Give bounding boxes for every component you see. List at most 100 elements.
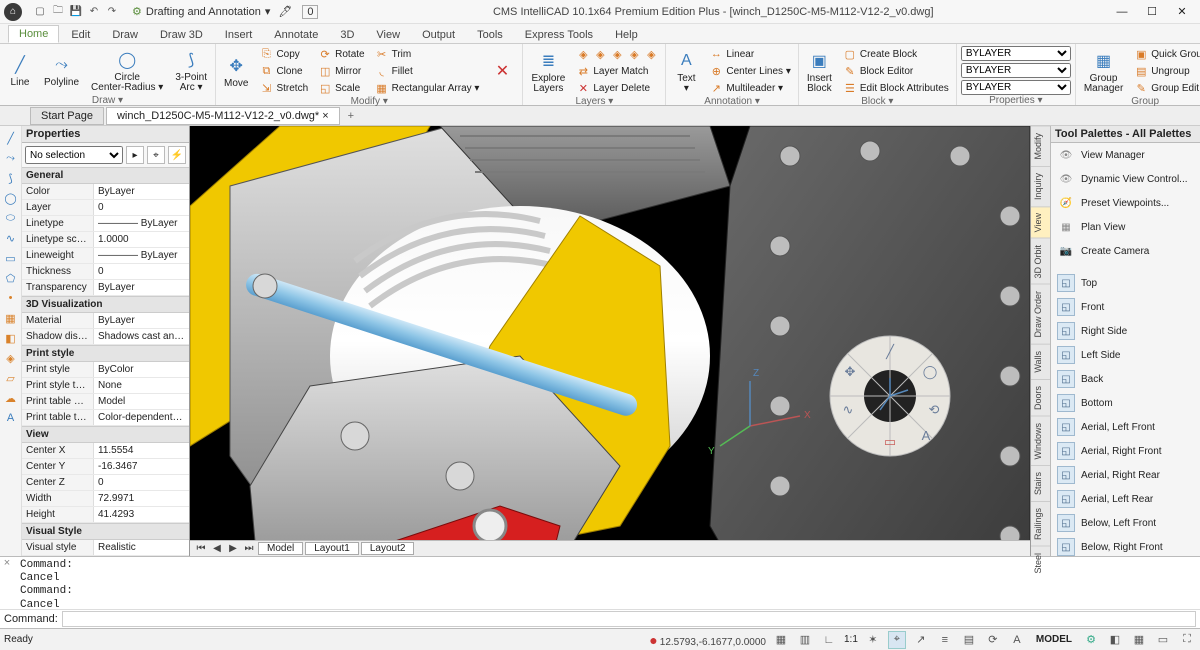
prop-category[interactable]: View — [22, 426, 189, 443]
ungroup-button[interactable]: ▤Ungroup — [1131, 63, 1200, 79]
palette-item[interactable]: 👁View Manager — [1051, 143, 1200, 167]
ribbon-tab-draw[interactable]: Draw — [102, 27, 148, 43]
layout-last-icon[interactable]: ⏭ — [242, 542, 256, 556]
settings-icon[interactable]: ⚙ — [1082, 631, 1100, 649]
doctab-startpage[interactable]: Start Page — [30, 107, 104, 125]
layout-next-icon[interactable]: ▶ — [226, 542, 240, 556]
palette-item[interactable]: 📷Create Camera — [1051, 239, 1200, 263]
doctab-add[interactable]: + — [342, 108, 360, 124]
doctab-active[interactable]: winch_D1250C-M5-M112-V12-2_v0.dwg* × — [106, 107, 340, 125]
iso-toggle[interactable]: ◧ — [1106, 631, 1124, 649]
ribbon-tab-express[interactable]: Express Tools — [515, 27, 603, 43]
prop-row[interactable]: MaterialByLayer — [22, 313, 189, 329]
close-button[interactable]: ✕ — [1168, 2, 1196, 22]
command-input[interactable] — [62, 611, 1196, 627]
prop-row[interactable]: Height41.4293 — [22, 507, 189, 523]
palette-view-item[interactable]: ◱Below, Left Front — [1051, 511, 1200, 535]
palette-cat-tab[interactable]: Walls — [1031, 344, 1050, 379]
palette-cat-tab[interactable]: View — [1031, 206, 1050, 238]
fullscreen-toggle[interactable]: ⛶ — [1178, 631, 1196, 649]
status-model[interactable]: MODEL — [1032, 634, 1076, 645]
snap-toggle[interactable]: ▦ — [772, 631, 790, 649]
tool-point-icon[interactable]: • — [3, 290, 19, 306]
prop-row[interactable]: Print style tableNone — [22, 378, 189, 394]
palette-view-item[interactable]: ◱Front — [1051, 295, 1200, 319]
palette-view-item[interactable]: ◱Aerial, Left Rear — [1051, 487, 1200, 511]
insert-block-button[interactable]: ▣Insert Block — [803, 47, 836, 96]
tool-wipeout-icon[interactable]: ▱ — [3, 370, 19, 386]
palette-cat-tab[interactable]: 3D Orbit — [1031, 238, 1050, 285]
multileader-button[interactable]: ↗Multileader ▾ — [706, 80, 794, 96]
osnap-toggle[interactable]: ⌖ — [888, 631, 906, 649]
prop-row[interactable]: Thickness0 — [22, 264, 189, 280]
prop-row[interactable]: Center Z0 — [22, 475, 189, 491]
tool-region-icon[interactable]: ◧ — [3, 330, 19, 346]
tool-ellipse-icon[interactable]: ⬭ — [3, 210, 19, 226]
tool-hatch-icon[interactable]: ▦ — [3, 310, 19, 326]
prop-row[interactable]: Visual styleRealistic — [22, 540, 189, 556]
palette-view-item[interactable]: ◱Aerial, Right Front — [1051, 439, 1200, 463]
clean-toggle[interactable]: ▭ — [1154, 631, 1172, 649]
palette-cat-tab[interactable]: Stairs — [1031, 465, 1050, 501]
palette-cat-tab[interactable]: Inquiry — [1031, 166, 1050, 206]
palette-cat-tab[interactable]: Draw Order — [1031, 284, 1050, 344]
palette-cat-tab[interactable]: Railings — [1031, 501, 1050, 546]
linetype-select[interactable]: BYLAYER — [961, 63, 1071, 78]
stretch-button[interactable]: ⇲Stretch — [256, 80, 311, 96]
palette-cat-tab[interactable]: Steel — [1031, 546, 1050, 580]
scale-button[interactable]: ◱Scale — [315, 80, 367, 96]
trim-button[interactable]: ✂Trim — [372, 46, 483, 62]
block-attrs-button[interactable]: ☰Edit Block Attributes — [840, 80, 952, 96]
prop-row[interactable]: Layer0 — [22, 200, 189, 216]
palette-scroll[interactable]: 👁View Manager👁Dynamic View Control...🧭Pr… — [1051, 143, 1200, 556]
otrack-toggle[interactable]: ↗ — [912, 631, 930, 649]
ribbon-tab-3d[interactable]: 3D — [330, 27, 364, 43]
tool-text-icon[interactable]: A — [3, 410, 19, 426]
palette-item[interactable]: ▦Plan View — [1051, 215, 1200, 239]
ribbon-tab-tools[interactable]: Tools — [467, 27, 513, 43]
center-lines-button[interactable]: ⊕Center Lines ▾ — [706, 63, 794, 79]
ribbon-tab-view[interactable]: View — [366, 27, 410, 43]
layout-tab-model[interactable]: Model — [258, 542, 303, 555]
lwt-toggle[interactable]: ≡ — [936, 631, 954, 649]
palette-cat-tab[interactable]: Modify — [1031, 126, 1050, 166]
palette-cat-tab[interactable]: Windows — [1031, 416, 1050, 466]
qat-save-icon[interactable]: 💾 — [68, 4, 84, 20]
array-button[interactable]: ▦Rectangular Array ▾ — [372, 80, 483, 96]
prop-category[interactable]: General — [22, 167, 189, 184]
maximize-button[interactable]: ☐ — [1138, 2, 1166, 22]
tool-boundary-icon[interactable]: ◈ — [3, 350, 19, 366]
qat-redo-icon[interactable]: ↷ — [104, 4, 120, 20]
ribbon-tab-annotate[interactable]: Annotate — [264, 27, 328, 43]
polyline-button[interactable]: ⤳Polyline — [40, 51, 83, 90]
palette-view-item[interactable]: ◱Left Side — [1051, 343, 1200, 367]
layer-row-icons[interactable]: ◈◈◈◈◈ — [573, 46, 661, 62]
palette-view-item[interactable]: ◱Bottom — [1051, 391, 1200, 415]
palette-item[interactable]: 🧭Preset Viewpoints... — [1051, 191, 1200, 215]
palette-view-item[interactable]: ◱Top — [1051, 271, 1200, 295]
layout-tab-2[interactable]: Layout2 — [361, 542, 415, 555]
lineweight-select[interactable]: BYLAYER — [961, 80, 1071, 95]
circle-button[interactable]: ◯Circle Center-Radius ▾ — [87, 46, 167, 95]
layer-match-button[interactable]: ⇄Layer Match — [573, 63, 661, 79]
palette-view-item[interactable]: ◱Back — [1051, 367, 1200, 391]
prop-row[interactable]: Print table attached toModel — [22, 394, 189, 410]
workspace-zero[interactable]: 0 — [302, 5, 318, 19]
prop-category[interactable]: 3D Visualization — [22, 296, 189, 313]
tool-circle-icon[interactable]: ◯ — [3, 190, 19, 206]
prop-row[interactable]: Print table typeColor-dependent prin... — [22, 410, 189, 426]
cmd-close-icon[interactable]: × — [0, 557, 14, 609]
tool-rect-icon[interactable]: ▭ — [3, 250, 19, 266]
ribbon-tab-help[interactable]: Help — [605, 27, 648, 43]
rotate-button[interactable]: ⟳Rotate — [315, 46, 367, 62]
viewport-3d[interactable]: X Y Z ╱◯⟲ ▭∿✥ A ⏮ ◀ ▶ ⏭ — [190, 126, 1030, 556]
prop-row[interactable]: Shadow displayShadows cast and r... — [22, 329, 189, 345]
palette-cat-tab[interactable]: Doors — [1031, 379, 1050, 416]
layer-delete-button[interactable]: ✕Layer Delete — [573, 80, 661, 96]
prop-category[interactable]: Visual Style — [22, 523, 189, 540]
prop-category[interactable]: Print style — [22, 345, 189, 362]
palette-view-item[interactable]: ◱Aerial, Left Front — [1051, 415, 1200, 439]
group-manager-button[interactable]: ▦Group Manager — [1080, 47, 1127, 96]
polar-toggle[interactable]: ✶ — [864, 631, 882, 649]
dim-linear-button[interactable]: ↔Linear — [706, 46, 794, 62]
